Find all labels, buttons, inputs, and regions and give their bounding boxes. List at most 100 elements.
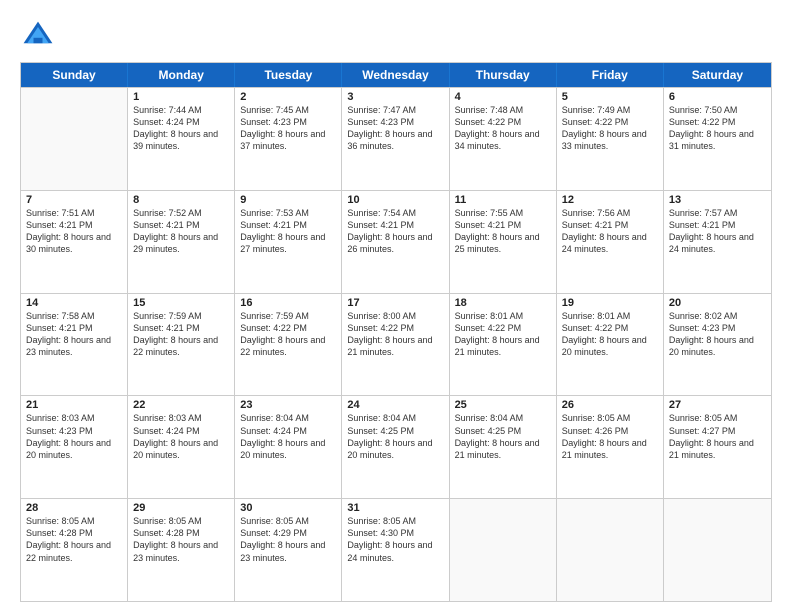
day-number: 23 xyxy=(240,399,336,411)
day-info: Sunrise: 7:55 AM Sunset: 4:21 PM Dayligh… xyxy=(455,207,551,256)
day-cell-18: 18Sunrise: 8:01 AM Sunset: 4:22 PM Dayli… xyxy=(450,294,557,396)
day-cell-10: 10Sunrise: 7:54 AM Sunset: 4:21 PM Dayli… xyxy=(342,191,449,293)
calendar-week-3: 14Sunrise: 7:58 AM Sunset: 4:21 PM Dayli… xyxy=(21,293,771,396)
day-number: 25 xyxy=(455,399,551,411)
logo xyxy=(20,18,60,54)
day-info: Sunrise: 7:54 AM Sunset: 4:21 PM Dayligh… xyxy=(347,207,443,256)
day-info: Sunrise: 8:05 AM Sunset: 4:26 PM Dayligh… xyxy=(562,412,658,461)
day-info: Sunrise: 7:49 AM Sunset: 4:22 PM Dayligh… xyxy=(562,104,658,153)
day-cell-7: 7Sunrise: 7:51 AM Sunset: 4:21 PM Daylig… xyxy=(21,191,128,293)
header-cell-friday: Friday xyxy=(557,63,664,87)
day-info: Sunrise: 8:05 AM Sunset: 4:28 PM Dayligh… xyxy=(133,515,229,564)
day-number: 20 xyxy=(669,297,766,309)
day-cell-5: 5Sunrise: 7:49 AM Sunset: 4:22 PM Daylig… xyxy=(557,88,664,190)
day-info: Sunrise: 7:59 AM Sunset: 4:21 PM Dayligh… xyxy=(133,310,229,359)
header-cell-monday: Monday xyxy=(128,63,235,87)
page: SundayMondayTuesdayWednesdayThursdayFrid… xyxy=(0,0,792,612)
header xyxy=(20,18,772,54)
day-info: Sunrise: 8:04 AM Sunset: 4:24 PM Dayligh… xyxy=(240,412,336,461)
day-info: Sunrise: 7:53 AM Sunset: 4:21 PM Dayligh… xyxy=(240,207,336,256)
day-info: Sunrise: 7:59 AM Sunset: 4:22 PM Dayligh… xyxy=(240,310,336,359)
empty-cell xyxy=(664,499,771,601)
empty-cell xyxy=(557,499,664,601)
day-info: Sunrise: 7:48 AM Sunset: 4:22 PM Dayligh… xyxy=(455,104,551,153)
calendar-body: 1Sunrise: 7:44 AM Sunset: 4:24 PM Daylig… xyxy=(21,87,771,601)
day-cell-11: 11Sunrise: 7:55 AM Sunset: 4:21 PM Dayli… xyxy=(450,191,557,293)
day-info: Sunrise: 7:44 AM Sunset: 4:24 PM Dayligh… xyxy=(133,104,229,153)
day-number: 24 xyxy=(347,399,443,411)
calendar-header-row: SundayMondayTuesdayWednesdayThursdayFrid… xyxy=(21,63,771,87)
day-number: 6 xyxy=(669,91,766,103)
day-number: 28 xyxy=(26,502,122,514)
header-cell-tuesday: Tuesday xyxy=(235,63,342,87)
day-number: 29 xyxy=(133,502,229,514)
day-cell-15: 15Sunrise: 7:59 AM Sunset: 4:21 PM Dayli… xyxy=(128,294,235,396)
day-number: 10 xyxy=(347,194,443,206)
day-number: 27 xyxy=(669,399,766,411)
day-cell-25: 25Sunrise: 8:04 AM Sunset: 4:25 PM Dayli… xyxy=(450,396,557,498)
header-cell-saturday: Saturday xyxy=(664,63,771,87)
header-cell-wednesday: Wednesday xyxy=(342,63,449,87)
calendar: SundayMondayTuesdayWednesdayThursdayFrid… xyxy=(20,62,772,602)
day-cell-1: 1Sunrise: 7:44 AM Sunset: 4:24 PM Daylig… xyxy=(128,88,235,190)
day-number: 2 xyxy=(240,91,336,103)
day-cell-22: 22Sunrise: 8:03 AM Sunset: 4:24 PM Dayli… xyxy=(128,396,235,498)
day-number: 7 xyxy=(26,194,122,206)
day-info: Sunrise: 8:03 AM Sunset: 4:24 PM Dayligh… xyxy=(133,412,229,461)
day-cell-28: 28Sunrise: 8:05 AM Sunset: 4:28 PM Dayli… xyxy=(21,499,128,601)
day-number: 8 xyxy=(133,194,229,206)
day-cell-23: 23Sunrise: 8:04 AM Sunset: 4:24 PM Dayli… xyxy=(235,396,342,498)
day-cell-8: 8Sunrise: 7:52 AM Sunset: 4:21 PM Daylig… xyxy=(128,191,235,293)
day-info: Sunrise: 8:04 AM Sunset: 4:25 PM Dayligh… xyxy=(455,412,551,461)
day-info: Sunrise: 7:52 AM Sunset: 4:21 PM Dayligh… xyxy=(133,207,229,256)
day-number: 15 xyxy=(133,297,229,309)
calendar-week-2: 7Sunrise: 7:51 AM Sunset: 4:21 PM Daylig… xyxy=(21,190,771,293)
day-number: 26 xyxy=(562,399,658,411)
day-number: 14 xyxy=(26,297,122,309)
header-cell-thursday: Thursday xyxy=(450,63,557,87)
day-cell-27: 27Sunrise: 8:05 AM Sunset: 4:27 PM Dayli… xyxy=(664,396,771,498)
day-cell-20: 20Sunrise: 8:02 AM Sunset: 4:23 PM Dayli… xyxy=(664,294,771,396)
day-number: 5 xyxy=(562,91,658,103)
day-number: 1 xyxy=(133,91,229,103)
day-info: Sunrise: 8:05 AM Sunset: 4:29 PM Dayligh… xyxy=(240,515,336,564)
calendar-week-1: 1Sunrise: 7:44 AM Sunset: 4:24 PM Daylig… xyxy=(21,87,771,190)
day-cell-3: 3Sunrise: 7:47 AM Sunset: 4:23 PM Daylig… xyxy=(342,88,449,190)
day-info: Sunrise: 8:05 AM Sunset: 4:27 PM Dayligh… xyxy=(669,412,766,461)
day-info: Sunrise: 8:00 AM Sunset: 4:22 PM Dayligh… xyxy=(347,310,443,359)
day-number: 16 xyxy=(240,297,336,309)
day-info: Sunrise: 7:47 AM Sunset: 4:23 PM Dayligh… xyxy=(347,104,443,153)
day-cell-4: 4Sunrise: 7:48 AM Sunset: 4:22 PM Daylig… xyxy=(450,88,557,190)
day-cell-6: 6Sunrise: 7:50 AM Sunset: 4:22 PM Daylig… xyxy=(664,88,771,190)
day-info: Sunrise: 8:01 AM Sunset: 4:22 PM Dayligh… xyxy=(562,310,658,359)
header-cell-sunday: Sunday xyxy=(21,63,128,87)
day-cell-12: 12Sunrise: 7:56 AM Sunset: 4:21 PM Dayli… xyxy=(557,191,664,293)
day-number: 11 xyxy=(455,194,551,206)
empty-cell xyxy=(21,88,128,190)
day-number: 17 xyxy=(347,297,443,309)
day-number: 22 xyxy=(133,399,229,411)
day-number: 13 xyxy=(669,194,766,206)
day-cell-19: 19Sunrise: 8:01 AM Sunset: 4:22 PM Dayli… xyxy=(557,294,664,396)
day-cell-26: 26Sunrise: 8:05 AM Sunset: 4:26 PM Dayli… xyxy=(557,396,664,498)
day-number: 21 xyxy=(26,399,122,411)
day-info: Sunrise: 7:45 AM Sunset: 4:23 PM Dayligh… xyxy=(240,104,336,153)
day-info: Sunrise: 8:04 AM Sunset: 4:25 PM Dayligh… xyxy=(347,412,443,461)
day-info: Sunrise: 7:51 AM Sunset: 4:21 PM Dayligh… xyxy=(26,207,122,256)
day-number: 31 xyxy=(347,502,443,514)
day-cell-31: 31Sunrise: 8:05 AM Sunset: 4:30 PM Dayli… xyxy=(342,499,449,601)
day-info: Sunrise: 8:05 AM Sunset: 4:28 PM Dayligh… xyxy=(26,515,122,564)
day-number: 4 xyxy=(455,91,551,103)
day-number: 19 xyxy=(562,297,658,309)
day-cell-21: 21Sunrise: 8:03 AM Sunset: 4:23 PM Dayli… xyxy=(21,396,128,498)
logo-icon xyxy=(20,18,56,54)
day-cell-14: 14Sunrise: 7:58 AM Sunset: 4:21 PM Dayli… xyxy=(21,294,128,396)
day-cell-29: 29Sunrise: 8:05 AM Sunset: 4:28 PM Dayli… xyxy=(128,499,235,601)
day-info: Sunrise: 7:50 AM Sunset: 4:22 PM Dayligh… xyxy=(669,104,766,153)
day-info: Sunrise: 8:05 AM Sunset: 4:30 PM Dayligh… xyxy=(347,515,443,564)
day-cell-16: 16Sunrise: 7:59 AM Sunset: 4:22 PM Dayli… xyxy=(235,294,342,396)
day-info: Sunrise: 8:03 AM Sunset: 4:23 PM Dayligh… xyxy=(26,412,122,461)
day-cell-30: 30Sunrise: 8:05 AM Sunset: 4:29 PM Dayli… xyxy=(235,499,342,601)
empty-cell xyxy=(450,499,557,601)
day-info: Sunrise: 7:57 AM Sunset: 4:21 PM Dayligh… xyxy=(669,207,766,256)
